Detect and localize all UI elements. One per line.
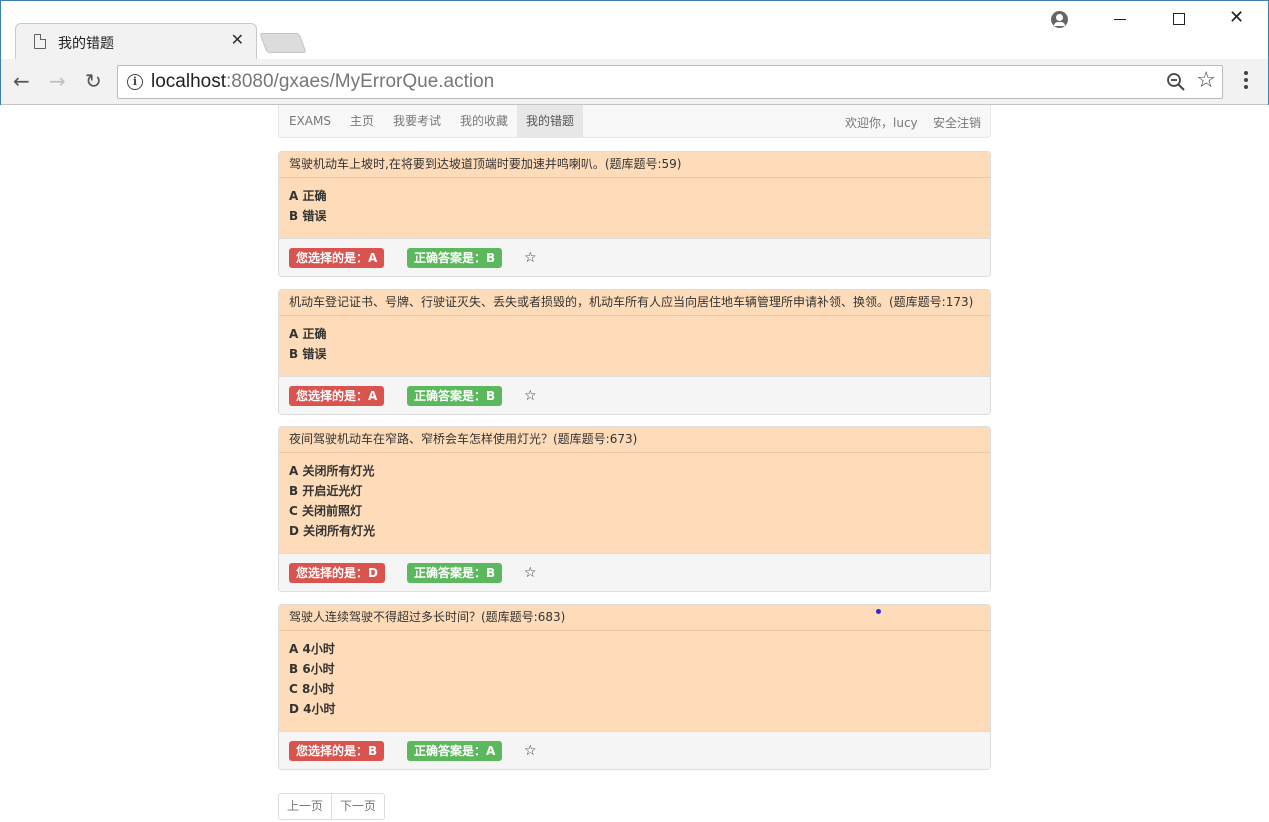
prev-page-button[interactable]: 上一页 bbox=[278, 793, 333, 820]
your-answer-badge: 您选择的是：A bbox=[289, 248, 385, 268]
option-item: A 正确 bbox=[289, 189, 327, 203]
question-panel: 驾驶机动车上坡时,在将要到达坡道顶端时要加速并鸣喇叭。(题库题号:59) A 正… bbox=[278, 151, 991, 277]
question-title: 驾驶机动车上坡时,在将要到达坡道顶端时要加速并鸣喇叭。(题库题号:59) bbox=[279, 152, 990, 178]
next-page-button[interactable]: 下一页 bbox=[332, 793, 386, 820]
nav-item-favorites[interactable]: 我的收藏 bbox=[451, 105, 517, 137]
question-options: A 关闭所有灯光 B 开启近光灯 C 关闭前照灯 D 关闭所有灯光 bbox=[279, 453, 990, 553]
window-close-button[interactable]: ✕ bbox=[1229, 7, 1244, 29]
question-title: 机动车登记证书、号牌、行驶证灭失、丢失或者损毁的，机动车所有人应当向居住地车辆管… bbox=[279, 290, 990, 316]
site-info-icon[interactable]: i bbox=[127, 74, 143, 90]
browser-chrome: 我的错题 ✕ ✕ ← → ↻ i localhost:8080/gxaes/My… bbox=[0, 0, 1269, 105]
question-options: A 正确 B 错误 bbox=[279, 316, 990, 376]
correct-answer-badge: 正确答案是：A bbox=[407, 741, 503, 761]
profile-icon[interactable] bbox=[1051, 11, 1068, 28]
favorite-star-icon[interactable]: ☆ bbox=[524, 248, 537, 268]
question-panel: 机动车登记证书、号牌、行驶证灭失、丢失或者损毁的，机动车所有人应当向居住地车辆管… bbox=[278, 289, 991, 415]
question-options: A 正确 B 错误 bbox=[279, 178, 990, 238]
back-button[interactable]: ← bbox=[13, 71, 30, 91]
answer-footer: 您选择的是：D 正确答案是：B ☆ bbox=[279, 553, 990, 591]
favorite-star-icon[interactable]: ☆ bbox=[524, 386, 537, 406]
minimize-button[interactable] bbox=[1114, 19, 1126, 20]
correct-answer-badge: 正确答案是：B bbox=[407, 386, 503, 406]
tab-close-icon[interactable]: ✕ bbox=[231, 31, 244, 49]
option-item: D 4小时 bbox=[289, 702, 336, 716]
option-item: C 8小时 bbox=[289, 682, 335, 696]
mouse-cursor-dot bbox=[876, 609, 881, 614]
option-item: B 错误 bbox=[289, 209, 327, 223]
favorite-star-icon[interactable]: ☆ bbox=[524, 741, 537, 761]
title-bar: 我的错题 ✕ ✕ bbox=[1, 1, 1268, 60]
answer-footer: 您选择的是：A 正确答案是：B ☆ bbox=[279, 238, 990, 276]
question-panel: 驾驶人连续驾驶不得超过多长时间？(题库题号:683) A 4小时 B 6小时 C… bbox=[278, 604, 991, 770]
answer-footer: 您选择的是：B 正确答案是：A ☆ bbox=[279, 731, 990, 769]
correct-answer-badge: 正确答案是：B bbox=[407, 563, 503, 583]
your-answer-badge: 您选择的是：B bbox=[289, 741, 385, 761]
reload-button[interactable]: ↻ bbox=[85, 71, 102, 91]
question-options: A 4小时 B 6小时 C 8小时 D 4小时 bbox=[279, 631, 990, 731]
option-item: D 关闭所有灯光 bbox=[289, 524, 376, 538]
page-content: EXAMS 主页 我要考试 我的收藏 我的错题 欢迎你，lucy 安全注销 驾驶… bbox=[278, 105, 991, 820]
option-item: A 关闭所有灯光 bbox=[289, 464, 375, 478]
option-item: B 开启近光灯 bbox=[289, 484, 363, 498]
maximize-button[interactable] bbox=[1173, 13, 1185, 25]
welcome-text: 欢迎你，lucy bbox=[845, 116, 918, 130]
your-answer-badge: 您选择的是：A bbox=[289, 386, 385, 406]
correct-answer-badge: 正确答案是：B bbox=[407, 248, 503, 268]
question-title: 驾驶人连续驾驶不得超过多长时间？(题库题号:683) bbox=[279, 605, 990, 631]
nav-item-my-errors[interactable]: 我的错题 bbox=[517, 105, 584, 137]
zoom-icon[interactable] bbox=[1166, 72, 1186, 92]
browser-tab[interactable]: 我的错题 ✕ bbox=[15, 23, 257, 60]
url-text[interactable]: localhost:8080/gxaes/MyErrorQue.action bbox=[151, 71, 494, 93]
option-item: A 正确 bbox=[289, 327, 327, 341]
option-item: B 6小时 bbox=[289, 662, 335, 676]
favorite-star-icon[interactable]: ☆ bbox=[524, 563, 537, 583]
brand-link[interactable]: EXAMS bbox=[289, 114, 331, 128]
nav-item-take-exam[interactable]: 我要考试 bbox=[384, 105, 450, 137]
question-panel: 夜间驾驶机动车在窄路、窄桥会车怎样使用灯光？(题库题号:673) A 关闭所有灯… bbox=[278, 426, 991, 592]
answer-footer: 您选择的是：A 正确答案是：B ☆ bbox=[279, 376, 990, 414]
forward-button[interactable]: → bbox=[49, 71, 66, 91]
browser-menu-icon[interactable] bbox=[1244, 71, 1248, 92]
logout-link[interactable]: 安全注销 bbox=[933, 114, 981, 131]
document-icon bbox=[34, 34, 46, 49]
new-tab-button[interactable] bbox=[259, 33, 307, 53]
option-item: A 4小时 bbox=[289, 642, 335, 656]
option-item: B 错误 bbox=[289, 347, 327, 361]
tab-title: 我的错题 bbox=[58, 36, 114, 52]
option-item: C 关闭前照灯 bbox=[289, 504, 362, 518]
url-host: localhost bbox=[151, 71, 226, 92]
url-path: :8080/gxaes/MyErrorQue.action bbox=[226, 71, 495, 92]
nav-item-home[interactable]: 主页 bbox=[341, 105, 383, 137]
site-navbar: EXAMS 主页 我要考试 我的收藏 我的错题 欢迎你，lucy 安全注销 bbox=[278, 105, 991, 138]
bookmark-star-icon[interactable]: ☆ bbox=[1196, 69, 1216, 93]
browser-toolbar: ← → ↻ i localhost:8080/gxaes/MyErrorQue.… bbox=[1, 59, 1268, 105]
pagination: 上一页 下一页 bbox=[278, 793, 386, 820]
your-answer-badge: 您选择的是：D bbox=[289, 563, 385, 583]
question-title: 夜间驾驶机动车在窄路、窄桥会车怎样使用灯光？(题库题号:673) bbox=[279, 427, 990, 453]
address-bar[interactable]: i localhost:8080/gxaes/MyErrorQue.action… bbox=[117, 65, 1223, 99]
